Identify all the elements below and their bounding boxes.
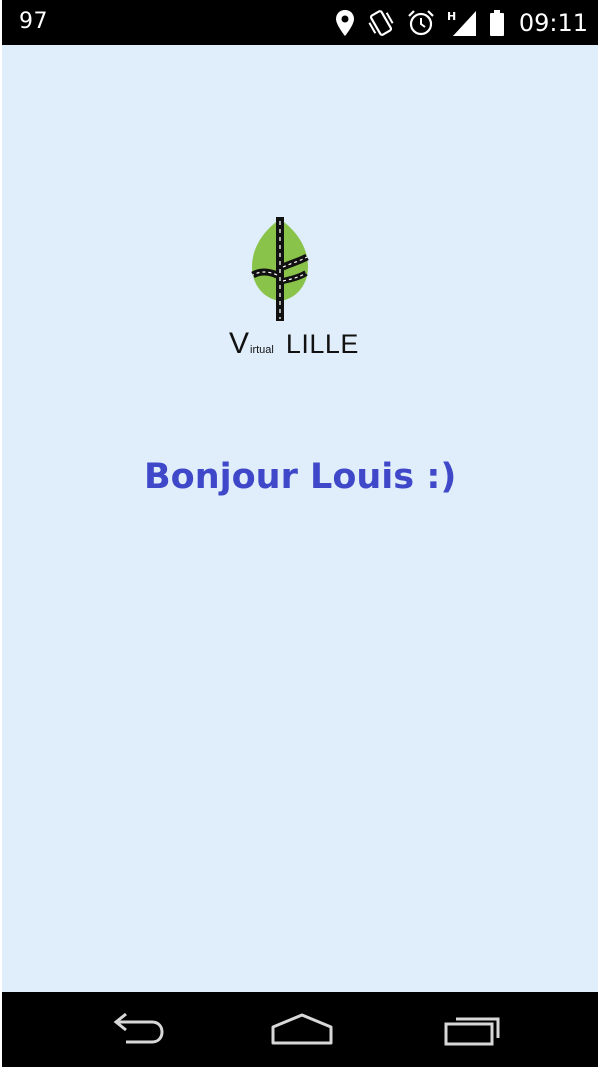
back-icon (113, 1012, 164, 1044)
notification-count: 97 (19, 9, 48, 34)
logo-wordmark: Virtual LILLE (229, 327, 359, 361)
logo-irtual: irtual (250, 344, 274, 356)
vibrate-icon (367, 8, 395, 38)
home-button[interactable] (262, 1006, 342, 1052)
home-icon (271, 1013, 333, 1045)
clock: 09:11 (518, 9, 588, 37)
recent-apps-icon (444, 1017, 500, 1046)
leaf-road-icon (251, 217, 309, 321)
recent-apps-button[interactable] (432, 1006, 512, 1052)
status-bar: 97 H 09:11 (2, 0, 598, 45)
alarm-icon (407, 9, 435, 37)
navigation-bar (2, 992, 598, 1067)
battery-icon (489, 9, 505, 37)
greeting-text: Bonjour Louis :) (144, 457, 457, 497)
status-icons: H 09:11 (335, 6, 588, 40)
back-button[interactable] (96, 1006, 176, 1052)
signal-icon: H (447, 9, 477, 37)
network-type: H (447, 10, 456, 23)
app-content: Virtual LILLE Bonjour Louis :) (2, 45, 598, 992)
app-logo: Virtual LILLE (222, 215, 382, 365)
location-icon (335, 9, 355, 37)
logo-city: LILLE (285, 329, 359, 359)
logo-v: V (229, 327, 250, 360)
